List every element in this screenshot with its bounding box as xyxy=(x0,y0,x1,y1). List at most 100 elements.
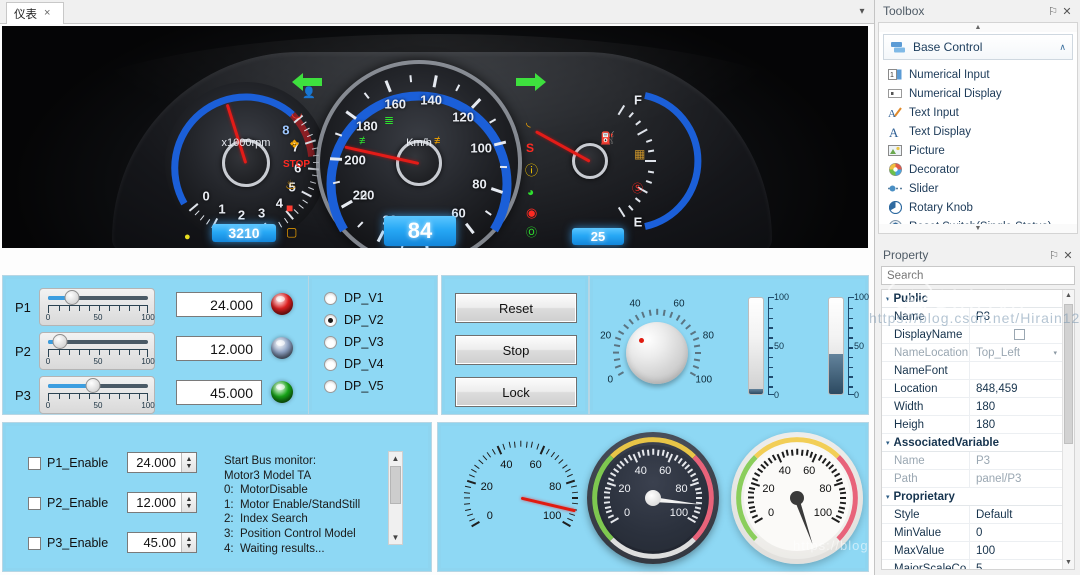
slider-p3[interactable]: 0 50 100 xyxy=(39,376,155,414)
enable-checkbox-p3_enable[interactable]: P3_Enable xyxy=(28,536,108,550)
stepper-down-icon[interactable]: ▼ xyxy=(186,463,193,470)
close-icon[interactable]: ✕ xyxy=(1060,5,1074,18)
toolbox-scroll-up-icon[interactable]: ▲ xyxy=(879,23,1077,32)
property-value-cell[interactable] xyxy=(970,362,1062,379)
property-row-majorscaleco-[interactable]: MajorScaleCo... 5 xyxy=(882,560,1062,570)
toolbox-item-decorator[interactable]: Decorator xyxy=(887,160,1077,179)
numeric-spinner-p1_enable[interactable]: 24.000 ▲ ▼ xyxy=(127,452,197,473)
chevron-down-icon[interactable]: ▾ xyxy=(1053,349,1057,357)
property-row-style[interactable]: Style Default xyxy=(882,506,1062,524)
radio-button[interactable] xyxy=(324,335,337,349)
stepper-up-icon[interactable]: ▲ xyxy=(186,536,193,543)
property-scrollbar[interactable]: ▲ ▼ xyxy=(1062,290,1074,569)
property-group-proprietary[interactable]: ▾ Proprietary xyxy=(882,488,1062,506)
lock-button[interactable]: Lock xyxy=(455,377,577,407)
stepper-down-icon[interactable]: ▼ xyxy=(186,543,193,550)
property-value-cell[interactable]: 848,459 xyxy=(970,380,1062,397)
chevron-up-icon[interactable]: ∧ xyxy=(1059,42,1066,53)
toolbox-scroll-down-icon[interactable]: ▼ xyxy=(879,224,1077,233)
property-group-public[interactable]: ▾ Public xyxy=(882,290,1062,308)
enable-checkbox-p1_enable[interactable]: P1_Enable xyxy=(28,456,108,470)
property-value-cell[interactable]: 5 xyxy=(970,560,1062,570)
slider-p2[interactable]: 0 50 100 xyxy=(39,332,155,370)
property-row-path[interactable]: Path panel/P3 xyxy=(882,470,1062,488)
tab-instrument[interactable]: 仪表 × xyxy=(6,2,64,24)
collapse-arrow-icon[interactable]: ▾ xyxy=(886,493,890,501)
spinner-stepper[interactable]: ▲ ▼ xyxy=(181,493,196,512)
radio-button[interactable] xyxy=(324,291,337,305)
radio-button[interactable] xyxy=(324,379,337,393)
property-value-cell[interactable]: 180 xyxy=(970,416,1062,433)
scroll-up-icon[interactable]: ▲ xyxy=(389,452,402,465)
numeric-spinner-p3_enable[interactable]: 45.00 ▲ ▼ xyxy=(127,532,197,553)
search-input[interactable] xyxy=(887,269,1069,282)
scroll-down-icon[interactable]: ▼ xyxy=(389,531,402,544)
property-row-minvalue[interactable]: MinValue 0 xyxy=(882,524,1062,542)
property-row-namelocation[interactable]: NameLocation Top_Left ▾ xyxy=(882,344,1062,362)
numeric-display-p2[interactable]: 12.000 xyxy=(176,336,262,361)
toolbox-item-text-input[interactable]: A Text Input xyxy=(887,103,1077,122)
property-value-cell[interactable]: Default xyxy=(970,506,1062,523)
slider-thumb[interactable] xyxy=(52,334,68,349)
stop-button[interactable]: Stop xyxy=(455,335,577,365)
toolbox-item-text-display[interactable]: A Text Display xyxy=(887,122,1077,141)
scrollbar-thumb[interactable] xyxy=(390,466,401,504)
property-row-location[interactable]: Location 848,459 xyxy=(882,380,1062,398)
close-icon[interactable]: × xyxy=(44,8,50,19)
collapse-arrow-icon[interactable]: ▾ xyxy=(886,295,890,303)
property-value-cell[interactable]: Top_Left ▾ xyxy=(970,344,1062,361)
reset-button[interactable]: Reset xyxy=(455,293,577,323)
design-canvas[interactable]: 012345678 x1000rpm 3210 0204060801001201… xyxy=(0,24,1007,575)
stepper-up-icon[interactable]: ▲ xyxy=(186,456,193,463)
log-scrollbar[interactable]: ▲ ▼ xyxy=(388,451,403,545)
slider-track[interactable] xyxy=(48,296,148,300)
radio-option-dp_v4[interactable]: DP_V4 xyxy=(324,357,384,371)
chevron-down-icon[interactable]: ▾ xyxy=(856,6,868,18)
property-value-cell[interactable]: P3 xyxy=(970,452,1062,469)
radio-option-dp_v2[interactable]: DP_V2 xyxy=(324,313,384,327)
toolbox-item-numerical-display[interactable]: Numerical Display xyxy=(887,84,1077,103)
radio-option-dp_v5[interactable]: DP_V5 xyxy=(324,379,384,393)
pin-icon[interactable]: ⚐ xyxy=(1046,5,1060,18)
property-value-cell[interactable] xyxy=(970,326,1062,343)
property-value-cell[interactable]: 180 xyxy=(970,398,1062,415)
property-row-width[interactable]: Width 180 xyxy=(882,398,1062,416)
collapse-arrow-icon[interactable]: ▾ xyxy=(886,439,890,447)
pin-icon[interactable]: ⚐ xyxy=(1047,249,1061,262)
property-group-associatedvariable[interactable]: ▾ AssociatedVariable xyxy=(882,434,1062,452)
numeric-display-p1[interactable]: 24.000 xyxy=(176,292,262,317)
property-value-cell[interactable]: 0 xyxy=(970,524,1062,541)
toolbox-group-base-control[interactable]: Base Control ∧ xyxy=(883,34,1073,60)
radio-option-dp_v1[interactable]: DP_V1 xyxy=(324,291,384,305)
property-row-namefont[interactable]: NameFont xyxy=(882,362,1062,380)
property-value-cell[interactable]: P3 xyxy=(970,308,1062,325)
toolbox-item-slider[interactable]: Slider xyxy=(887,179,1077,198)
checkbox[interactable] xyxy=(28,536,41,550)
slider-thumb[interactable] xyxy=(64,290,80,305)
instrument-cluster-widget[interactable]: 012345678 x1000rpm 3210 0204060801001201… xyxy=(2,26,868,248)
gauge-light[interactable]: 0 20 40 60 80 100 xyxy=(731,432,863,564)
checkbox[interactable] xyxy=(28,456,41,470)
checkbox[interactable] xyxy=(1013,329,1025,340)
checkbox[interactable] xyxy=(28,496,41,510)
property-value-cell[interactable]: 100 xyxy=(970,542,1062,559)
property-row-name[interactable]: Name P3 xyxy=(882,308,1062,326)
scroll-up-icon[interactable]: ▲ xyxy=(1063,290,1074,302)
radio-button[interactable] xyxy=(324,357,337,371)
close-icon[interactable]: ✕ xyxy=(1061,249,1075,262)
stepper-up-icon[interactable]: ▲ xyxy=(186,496,193,503)
slider-thumb[interactable] xyxy=(85,378,101,393)
spinner-value[interactable]: 24.000 xyxy=(128,455,181,470)
scrollbar-thumb[interactable] xyxy=(1064,304,1073,444)
numeric-spinner-p2_enable[interactable]: 12.000 ▲ ▼ xyxy=(127,492,197,513)
stepper-down-icon[interactable]: ▼ xyxy=(186,503,193,510)
toolbox-item-picture[interactable]: Picture xyxy=(887,141,1077,160)
property-row-maxvalue[interactable]: MaxValue 100 xyxy=(882,542,1062,560)
bus-monitor-log[interactable]: Start Bus monitor: Motor3 Model TA 0: Mo… xyxy=(224,454,384,556)
enable-checkbox-p2_enable[interactable]: P2_Enable xyxy=(28,496,108,510)
property-value-cell[interactable]: panel/P3 xyxy=(970,470,1062,487)
bar-indicator-1[interactable] xyxy=(748,297,764,395)
property-row-displayname[interactable]: DisplayName xyxy=(882,326,1062,344)
toolbox-item-numerical-input[interactable]: 1 Numerical Input xyxy=(887,65,1077,84)
bar-indicator-2[interactable] xyxy=(828,297,844,395)
